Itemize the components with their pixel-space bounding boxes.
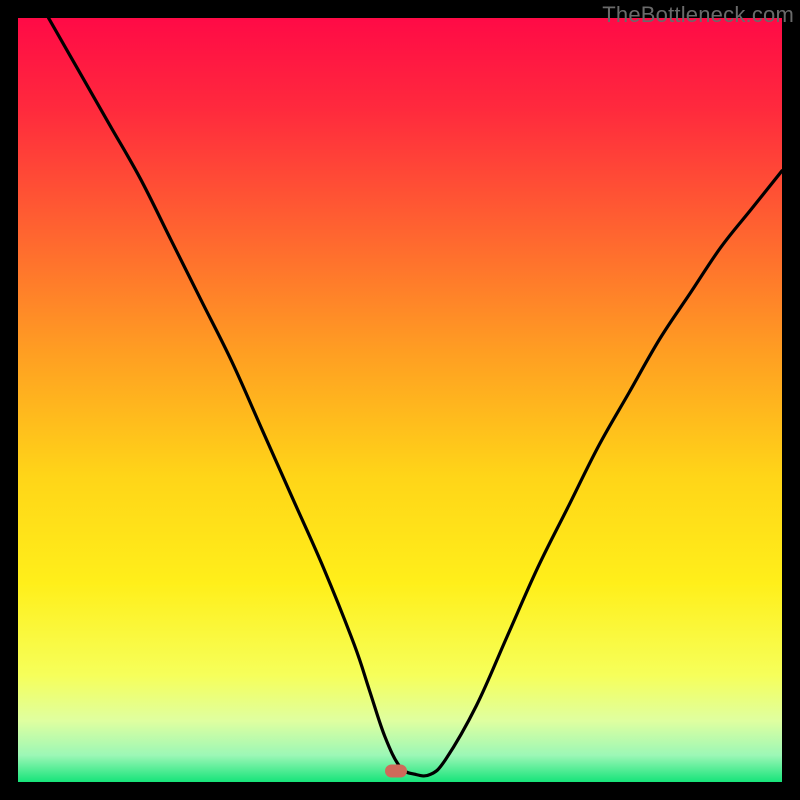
chart-stage: TheBottleneck.com	[0, 0, 800, 800]
watermark-text: TheBottleneck.com	[602, 2, 794, 28]
optimal-point-marker	[385, 764, 407, 777]
bottleneck-curve	[18, 18, 782, 782]
plot-area	[18, 18, 782, 782]
